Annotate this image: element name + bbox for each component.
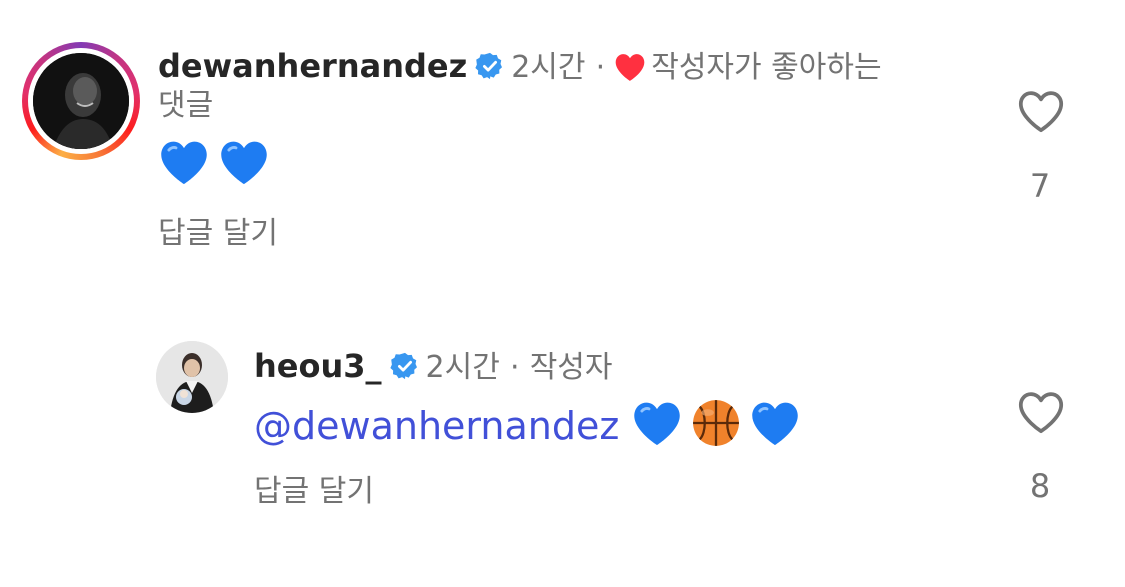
blue-heart-icon xyxy=(752,402,799,446)
like-heart-icon[interactable] xyxy=(1016,88,1066,134)
comment-body: @dewanhernandez xyxy=(254,398,809,452)
blue-heart-icon xyxy=(634,402,681,446)
verified-badge-icon xyxy=(389,352,417,380)
reply-button[interactable]: 답글 달기 xyxy=(158,214,278,254)
separator-dot: · xyxy=(595,50,606,85)
blue-heart-icon xyxy=(221,141,267,185)
username[interactable]: dewanhernandez xyxy=(158,47,467,85)
mention-link[interactable]: @dewanhernandez xyxy=(254,404,619,448)
like-count: 8 xyxy=(1029,467,1051,505)
basketball-icon xyxy=(693,400,740,446)
like-count: 7 xyxy=(1029,167,1051,205)
liked-by-author-label-cont: 댓글 xyxy=(158,88,214,123)
verified-badge-icon xyxy=(475,52,503,80)
separator-dot: · xyxy=(509,350,520,385)
comment-meta: dewanhernandez 2시간 · 작성자가 좋아하는 xyxy=(158,46,882,88)
comment-body xyxy=(158,138,278,191)
liked-by-author-heart-icon xyxy=(615,54,645,81)
comment-time: 2시간 xyxy=(511,50,586,85)
avatar-story-ring[interactable] xyxy=(22,42,140,160)
comment-meta: heou3_ 2시간 · 작성자 xyxy=(254,346,613,388)
avatar[interactable] xyxy=(156,341,228,413)
avatar xyxy=(33,53,129,149)
reply-button[interactable]: 답글 달기 xyxy=(254,472,374,512)
author-tag: 작성자 xyxy=(529,350,613,385)
comment-time: 2시간 xyxy=(425,350,500,385)
username[interactable]: heou3_ xyxy=(254,347,382,385)
liked-by-author-label: 작성자가 좋아하는 xyxy=(651,50,882,85)
like-heart-icon[interactable] xyxy=(1016,389,1066,435)
blue-heart-icon xyxy=(161,141,207,185)
